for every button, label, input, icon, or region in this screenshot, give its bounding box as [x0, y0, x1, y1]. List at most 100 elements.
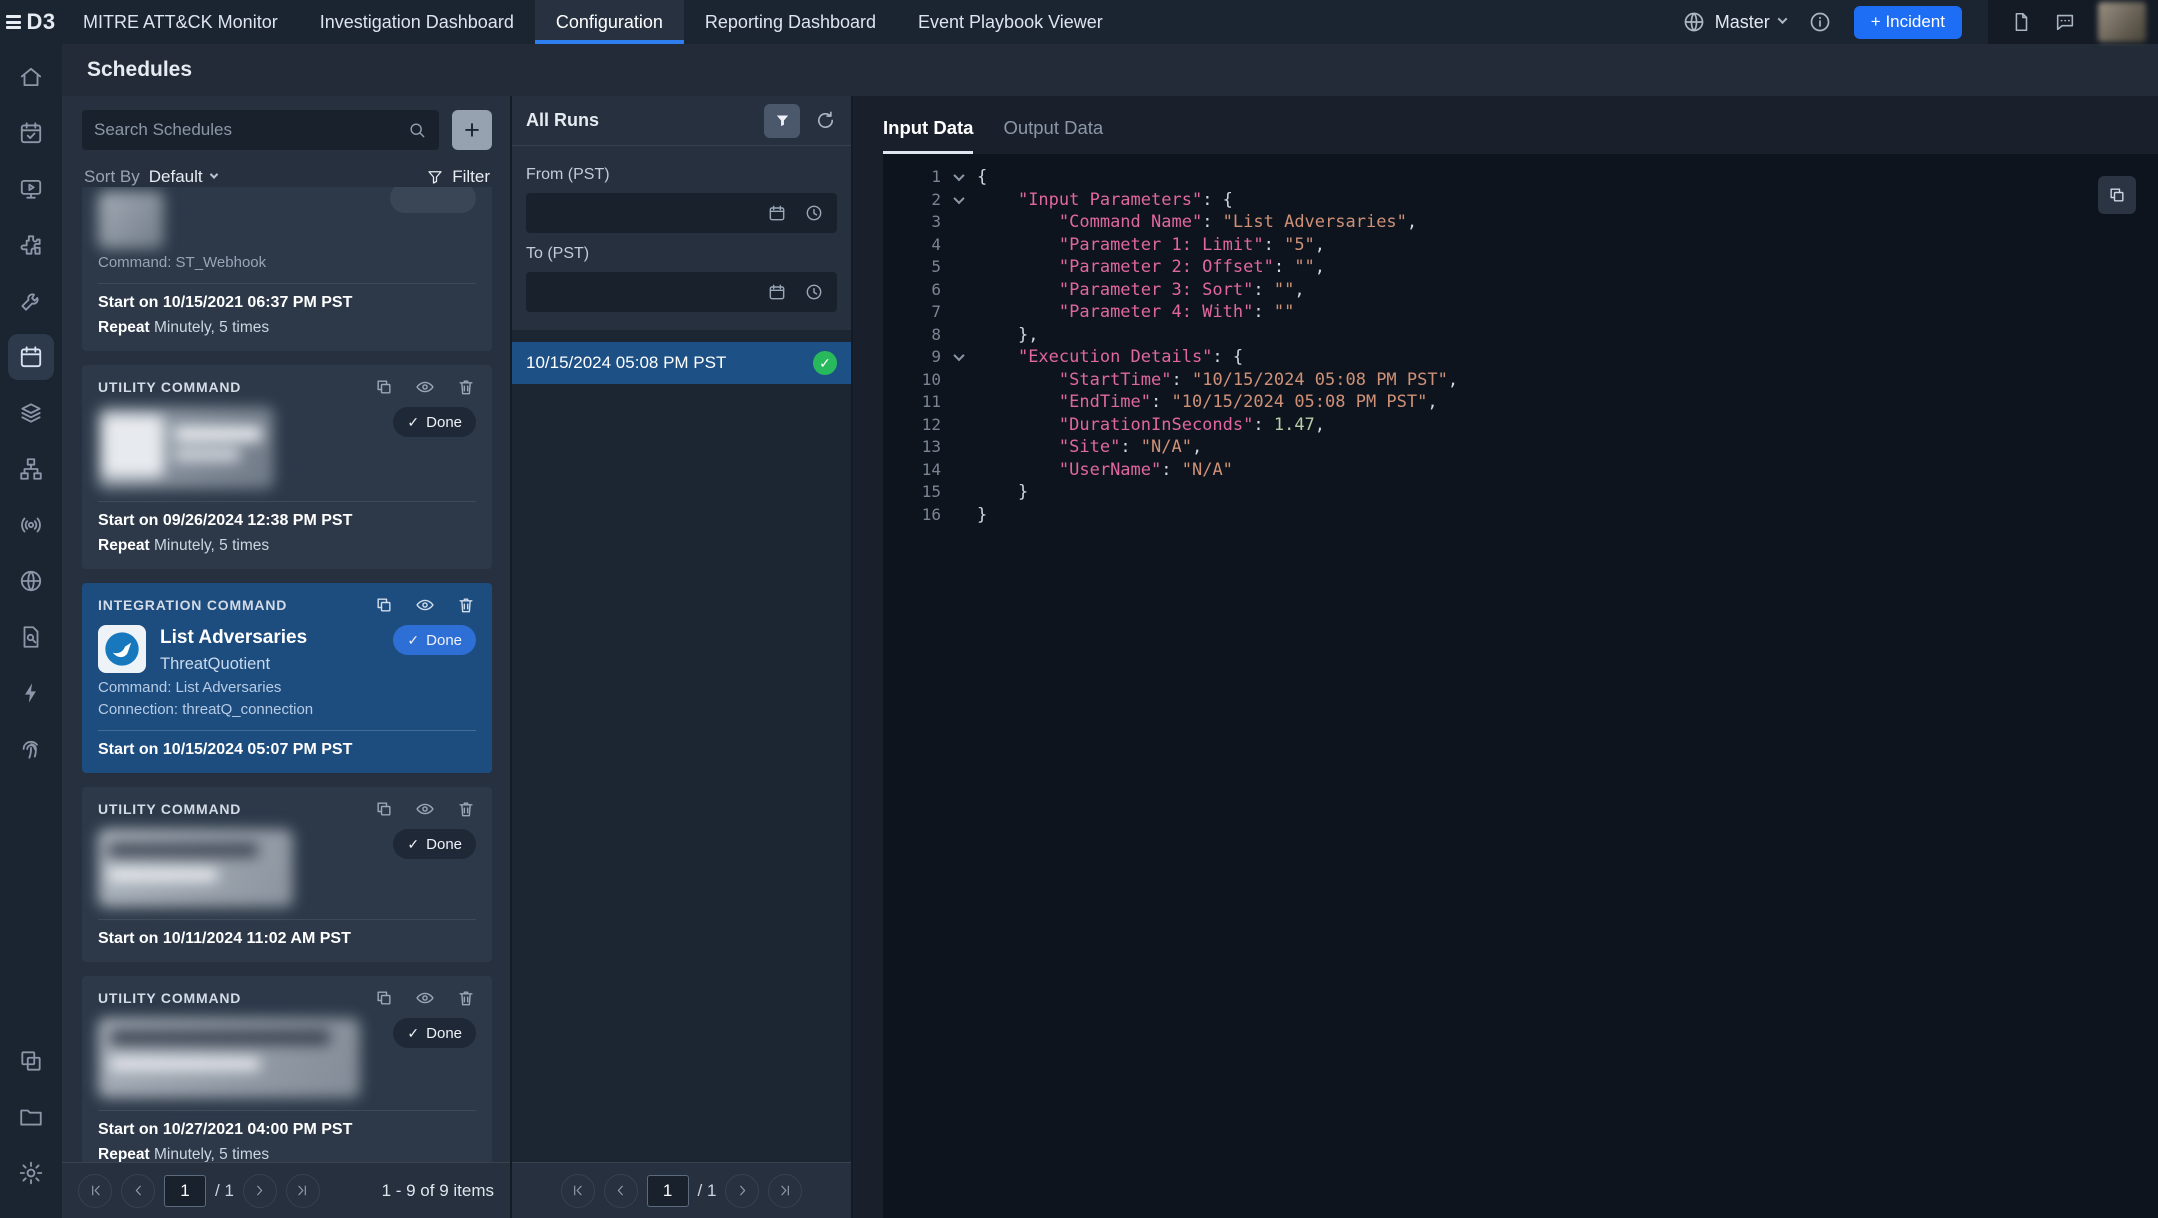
runs-refresh-button[interactable] [814, 109, 837, 132]
incident-button[interactable]: + Incident [1853, 5, 1962, 39]
chat-button[interactable] [2054, 11, 2076, 33]
code-text: "Parameter 3: Sort": "", [1058, 279, 1305, 300]
add-schedule-button[interactable]: + [452, 110, 492, 150]
nav-configuration[interactable]: Configuration [534, 0, 684, 44]
sidebar-item-files[interactable] [8, 1094, 54, 1140]
copy-icon[interactable] [374, 988, 394, 1008]
trash-icon[interactable] [456, 799, 476, 819]
from-date-input[interactable] [526, 193, 837, 233]
eye-icon[interactable] [415, 799, 435, 819]
schedule-list: Command: ST_Webhook Start on 10/15/2021 … [62, 187, 510, 1162]
topbar-right: Master + Incident [1682, 0, 2158, 44]
sidebar-item-home[interactable] [8, 54, 54, 100]
sidebar-item-utilities[interactable] [8, 278, 54, 324]
sidebar-item-data-layers[interactable] [8, 390, 54, 436]
eye-icon[interactable] [415, 377, 435, 397]
gear-icon [19, 1161, 43, 1185]
schedule-card[interactable]: UTILITY COMMAND ✓ Done Star [82, 787, 492, 962]
sidebar-item-hierarchy[interactable] [8, 446, 54, 492]
fold-gutter [941, 436, 977, 459]
fold-chevron-icon[interactable] [941, 166, 977, 189]
user-avatar[interactable] [2098, 2, 2146, 42]
schedules-filter-button[interactable]: Filter [426, 167, 490, 187]
all-runs-panel: All Runs From (PST) To (PST) 10/15/2024 … [512, 96, 853, 1218]
nav-mitre-attck-monitor[interactable]: MITRE ATT&CK Monitor [62, 0, 299, 44]
sidebar-item-identity[interactable] [8, 726, 54, 772]
connection-label: Connection: threatQ_connection [98, 701, 314, 718]
tab-input-data[interactable]: Input Data [883, 117, 974, 154]
runs-filter-button[interactable] [764, 103, 800, 138]
sidebar-item-broadcast[interactable] [8, 502, 54, 548]
calendar-check-icon [20, 122, 42, 144]
monitor-play-icon [20, 179, 42, 199]
eye-icon[interactable] [415, 595, 435, 615]
code-text: "Parameter 4: With": "" [1058, 302, 1295, 322]
done-badge: ✓ Done [393, 1018, 476, 1048]
check-icon: ✓ [407, 631, 420, 648]
calendar-icon[interactable] [767, 203, 787, 223]
prev-page-button[interactable] [121, 1173, 155, 1208]
command-label: Command: List Adversaries [98, 679, 282, 696]
schedule-card[interactable]: UTILITY COMMAND ✓ Done Star [82, 365, 492, 569]
page-total-label: / 1 [697, 1180, 717, 1200]
prev-page-button[interactable] [603, 1173, 638, 1208]
sort-dropdown[interactable]: Default [149, 167, 218, 187]
document-button[interactable] [2010, 11, 2032, 33]
fold-chevron-icon[interactable] [941, 346, 977, 369]
schedule-card-selected[interactable]: INTEGRATION COMMAND List Adversaries Thr… [82, 583, 492, 773]
code-text: } [977, 504, 988, 525]
clock-icon[interactable] [804, 203, 824, 223]
sidebar-item-geo[interactable] [8, 558, 54, 604]
tab-output-data[interactable]: Output Data [1003, 117, 1103, 154]
sidebar-item-monitor[interactable] [8, 166, 54, 212]
last-page-button[interactable] [285, 1173, 320, 1208]
run-item-selected[interactable]: 10/15/2024 05:08 PM PST ✓ [512, 342, 851, 384]
trash-icon[interactable] [456, 595, 476, 615]
search-input[interactable] [94, 120, 407, 140]
last-page-button[interactable] [768, 1173, 803, 1208]
sidebar-item-schedules[interactable] [8, 334, 54, 380]
nav-event-playbook-viewer[interactable]: Event Playbook Viewer [897, 0, 1124, 44]
code-text: }, [1017, 324, 1039, 345]
trash-icon[interactable] [456, 377, 476, 397]
fold-chevron-icon[interactable] [941, 189, 977, 212]
next-page-button[interactable] [242, 1173, 277, 1208]
first-page-button[interactable] [78, 1173, 112, 1208]
eye-icon[interactable] [415, 988, 435, 1008]
line-number: 3 [931, 212, 941, 231]
copy-code-button[interactable] [2098, 176, 2136, 214]
schedule-card[interactable]: UTILITY COMMAND ✓ Done Star [82, 976, 492, 1162]
chevron-left-icon [135, 1185, 141, 1196]
info-button[interactable] [1808, 10, 1832, 34]
nav-reporting-dashboard[interactable]: Reporting Dashboard [684, 0, 897, 44]
sidebar-item-events[interactable] [8, 110, 54, 156]
master-dropdown[interactable]: Master [1682, 10, 1788, 34]
sidebar-item-automation[interactable] [8, 670, 54, 716]
copy-icon[interactable] [374, 799, 394, 819]
page-total-label: / 1 [215, 1180, 234, 1200]
sidebar-item-windows[interactable] [8, 1038, 54, 1084]
page-number-input[interactable]: 1 [164, 1174, 206, 1207]
schedule-card[interactable]: Command: ST_Webhook Start on 10/15/2021 … [82, 187, 492, 351]
sidebar-item-integrations[interactable] [8, 222, 54, 268]
app-logo[interactable]: D3 [0, 0, 62, 44]
sidebar-item-doc-search[interactable] [8, 614, 54, 660]
page-number-input[interactable]: 1 [646, 1174, 689, 1207]
code-text: "UserName": "N/A" [1058, 459, 1233, 480]
clock-icon[interactable] [804, 282, 824, 302]
code-line: 8 }, [883, 324, 2158, 347]
trash-icon[interactable] [456, 988, 476, 1008]
next-page-button[interactable] [725, 1173, 760, 1208]
copy-icon[interactable] [374, 595, 394, 615]
calendar-icon[interactable] [767, 282, 787, 302]
first-page-button[interactable] [560, 1173, 595, 1208]
chevron-down-icon [209, 170, 218, 179]
copy-icon[interactable] [374, 377, 394, 397]
line-number: 16 [921, 504, 941, 524]
code-line: 15 } [883, 481, 2158, 504]
json-code-viewer: 1{2 "Input Parameters": {3 "Command Name… [883, 154, 2158, 1218]
chevron-right-icon [740, 1185, 746, 1196]
sidebar-item-settings[interactable] [8, 1150, 54, 1196]
to-date-input[interactable] [526, 272, 837, 312]
nav-investigation-dashboard[interactable]: Investigation Dashboard [299, 0, 535, 44]
